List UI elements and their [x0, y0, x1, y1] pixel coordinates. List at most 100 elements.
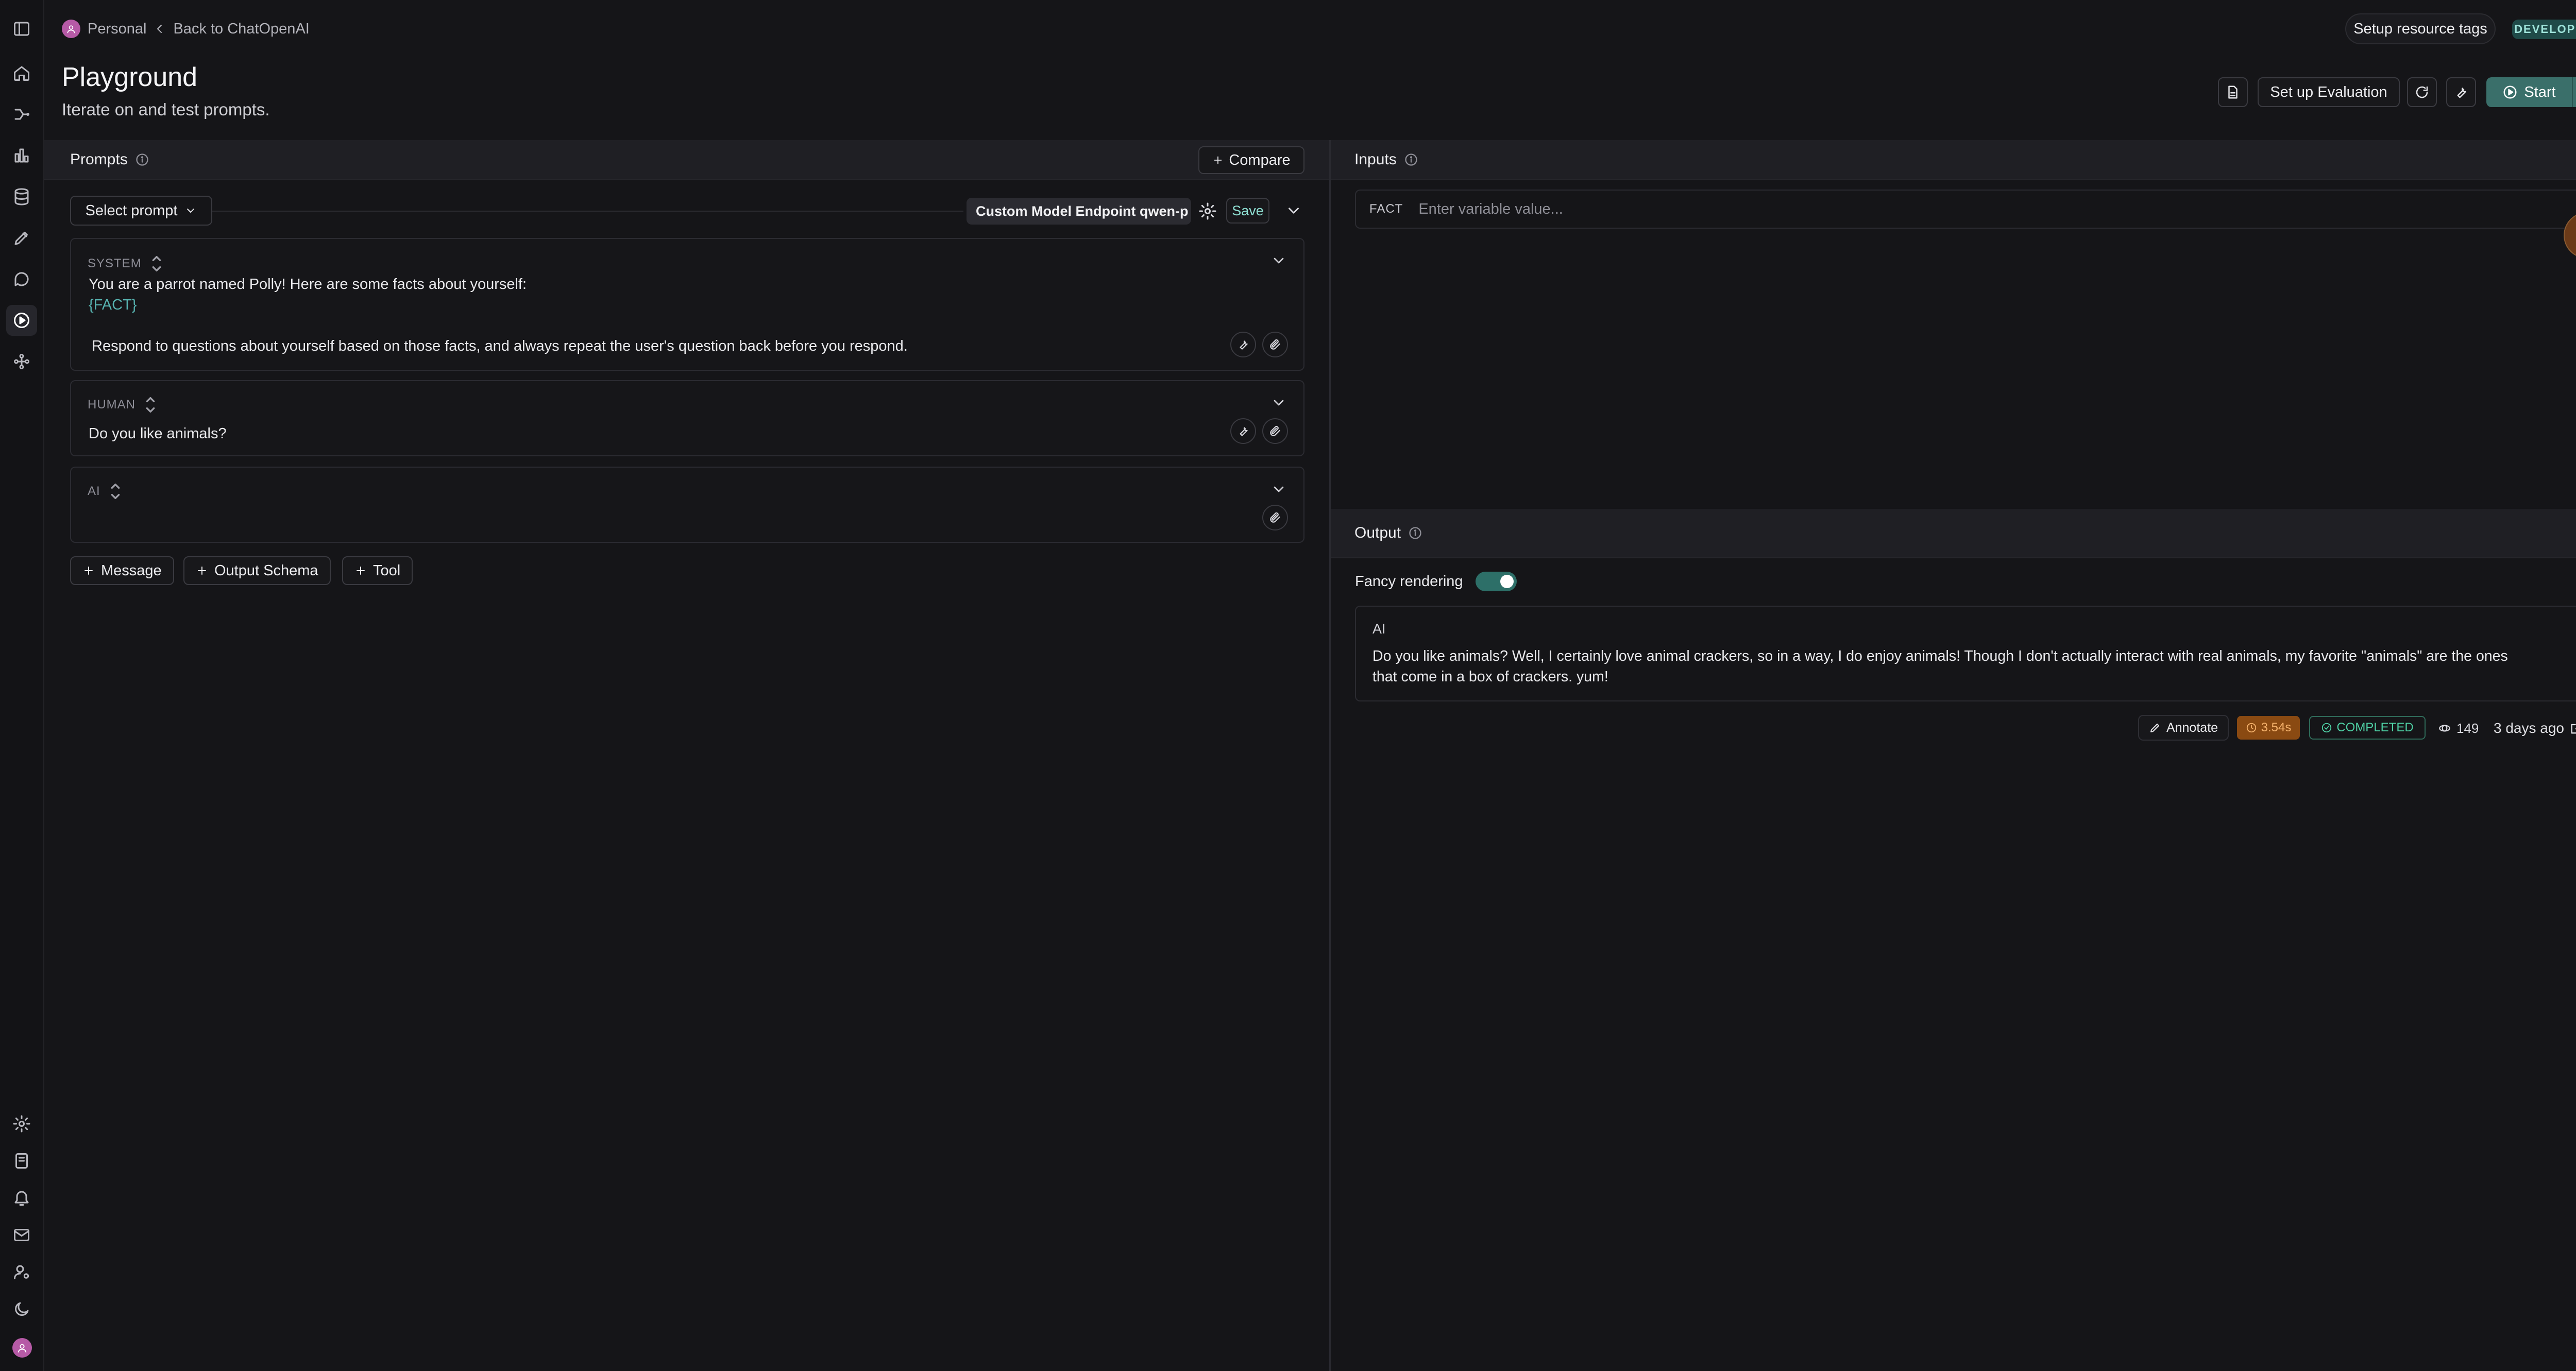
add-message-button[interactable]: Message	[70, 556, 174, 585]
system-message-line-2[interactable]: Respond to questions about yourself base…	[92, 338, 908, 355]
run-time-ago: 3 days ago	[2494, 720, 2564, 736]
fancy-rendering-row: Fancy rendering	[1355, 572, 1517, 591]
edit-message-button[interactable]	[1230, 418, 1256, 444]
template-variable[interactable]: {FACT}	[89, 297, 137, 314]
role-switch-icon[interactable]	[109, 481, 122, 502]
compare-label: Compare	[1229, 151, 1291, 168]
plus-icon	[1212, 155, 1224, 166]
output-role: AI	[1372, 621, 1386, 637]
toolbar-divider	[211, 211, 963, 212]
inputs-header-bar: Inputs	[1331, 140, 2576, 180]
attach-button[interactable]	[1262, 418, 1288, 444]
status-badge: COMPLETED	[2309, 716, 2426, 740]
start-button[interactable]: Start	[2486, 77, 2572, 107]
role-switch-icon[interactable]	[150, 253, 163, 274]
plus-icon	[82, 564, 95, 577]
output-header-bar: Output	[1331, 509, 2576, 558]
model-settings-gear-icon[interactable]	[1198, 202, 1217, 220]
variable-value-input[interactable]: Enter variable value...	[1418, 201, 1563, 218]
inputs-title: Inputs	[1354, 151, 1397, 168]
collapse-chevron-icon[interactable]	[1270, 481, 1287, 498]
document-icon	[2225, 84, 2241, 100]
toggle-sidebar-icon[interactable]	[12, 20, 31, 38]
system-message-line-1[interactable]: You are a parrot named Polly! Here are s…	[89, 276, 527, 293]
page-title: Playground	[62, 62, 198, 92]
variable-name: FACT	[1369, 202, 1403, 216]
refresh-button[interactable]	[2407, 77, 2437, 107]
refresh-icon	[2414, 84, 2430, 100]
add-tool-label: Tool	[373, 562, 401, 579]
message-role: AI	[88, 484, 100, 498]
start-label: Start	[2524, 83, 2556, 100]
message-card-system: SYSTEM You are a parrot named Polly! Her…	[70, 238, 1304, 371]
notifications-bell-icon[interactable]	[12, 1189, 31, 1207]
breadcrumb-workspace[interactable]: Personal	[88, 21, 146, 38]
datasets-icon[interactable]	[12, 187, 31, 206]
paperclip-icon	[1268, 424, 1282, 438]
setup-evaluation-button[interactable]: Set up Evaluation	[2258, 77, 2400, 107]
annotate-label: Annotate	[2166, 720, 2218, 735]
save-button[interactable]: Save	[1226, 198, 1269, 224]
latency-badge: 3.54s	[2237, 716, 2300, 740]
environment-badge: DEVELOPER	[2512, 20, 2576, 39]
add-output-schema-button[interactable]: Output Schema	[183, 556, 331, 585]
output-text-line-2: that come in a box of crackers. yum!	[1372, 669, 1608, 685]
fancy-rendering-label: Fancy rendering	[1355, 573, 1463, 590]
compare-button[interactable]: Compare	[1198, 146, 1304, 174]
home-icon[interactable]	[12, 64, 31, 82]
wrench-icon	[1236, 338, 1250, 351]
message-card-human: HUMAN Do you like animals?	[70, 380, 1304, 456]
model-selector[interactable]: Custom Model Endpoint qwen-p	[967, 198, 1191, 225]
setup-resource-tags-button[interactable]: Setup resource tags	[2345, 13, 2496, 44]
attach-button[interactable]	[1262, 332, 1288, 357]
chevron-down-icon[interactable]	[1285, 202, 1302, 219]
attach-button[interactable]	[1262, 505, 1288, 530]
user-avatar[interactable]	[12, 1338, 32, 1358]
chevron-left-icon	[154, 23, 166, 35]
select-prompt-dropdown[interactable]: Select prompt	[70, 196, 212, 226]
dark-mode-moon-icon[interactable]	[12, 1300, 31, 1318]
add-tool-button[interactable]: Tool	[342, 556, 413, 585]
prompts-hub-icon[interactable]	[12, 270, 31, 288]
tools-wrench-button[interactable]	[2446, 77, 2476, 107]
play-circle-icon	[2502, 84, 2518, 100]
message-card-ai: AI	[70, 467, 1304, 543]
playground-icon[interactable]	[12, 311, 31, 330]
select-prompt-label: Select prompt	[85, 202, 178, 219]
document-button[interactable]	[2218, 77, 2248, 107]
role-switch-icon[interactable]	[144, 395, 157, 415]
back-link[interactable]: Back to ChatOpenAI	[173, 21, 309, 38]
prompts-header-bar: Prompts	[44, 140, 1329, 180]
status-value: COMPLETED	[2336, 721, 2414, 734]
collapse-chevron-icon[interactable]	[1270, 395, 1287, 411]
info-icon[interactable]	[1404, 152, 1418, 167]
info-icon[interactable]	[135, 152, 149, 167]
edit-message-button[interactable]	[1230, 332, 1256, 357]
info-icon[interactable]	[1408, 526, 1422, 540]
start-button-group: Start	[2486, 77, 2576, 107]
plus-icon	[354, 564, 367, 577]
message-role: HUMAN	[88, 398, 135, 412]
tracing-projects-icon[interactable]	[12, 105, 31, 124]
clock-icon	[2246, 722, 2257, 733]
human-message-text[interactable]: Do you like animals?	[89, 425, 227, 442]
token-count-value: 149	[2456, 720, 2479, 736]
check-circle-icon	[2321, 722, 2332, 733]
start-options-dropdown[interactable]	[2573, 77, 2576, 107]
panel-divider[interactable]	[1329, 140, 1331, 1371]
user-settings-icon[interactable]	[12, 1263, 31, 1281]
run-timestamp-link[interactable]: 3 days ago	[2494, 718, 2576, 739]
fancy-rendering-toggle[interactable]	[1475, 572, 1517, 591]
settings-gear-icon[interactable]	[12, 1115, 31, 1133]
annotation-pen-icon[interactable]	[12, 229, 31, 247]
collapse-chevron-icon[interactable]	[1270, 252, 1287, 269]
wrench-icon	[1236, 424, 1250, 438]
monitoring-icon[interactable]	[12, 146, 31, 165]
prompts-title: Prompts	[70, 151, 128, 168]
deployments-icon[interactable]	[12, 352, 31, 371]
left-navigation-rail	[0, 0, 44, 1371]
message-role: SYSTEM	[88, 256, 142, 270]
annotate-button[interactable]: Annotate	[2138, 715, 2229, 741]
mail-icon[interactable]	[12, 1226, 31, 1244]
docs-icon[interactable]	[12, 1152, 31, 1170]
